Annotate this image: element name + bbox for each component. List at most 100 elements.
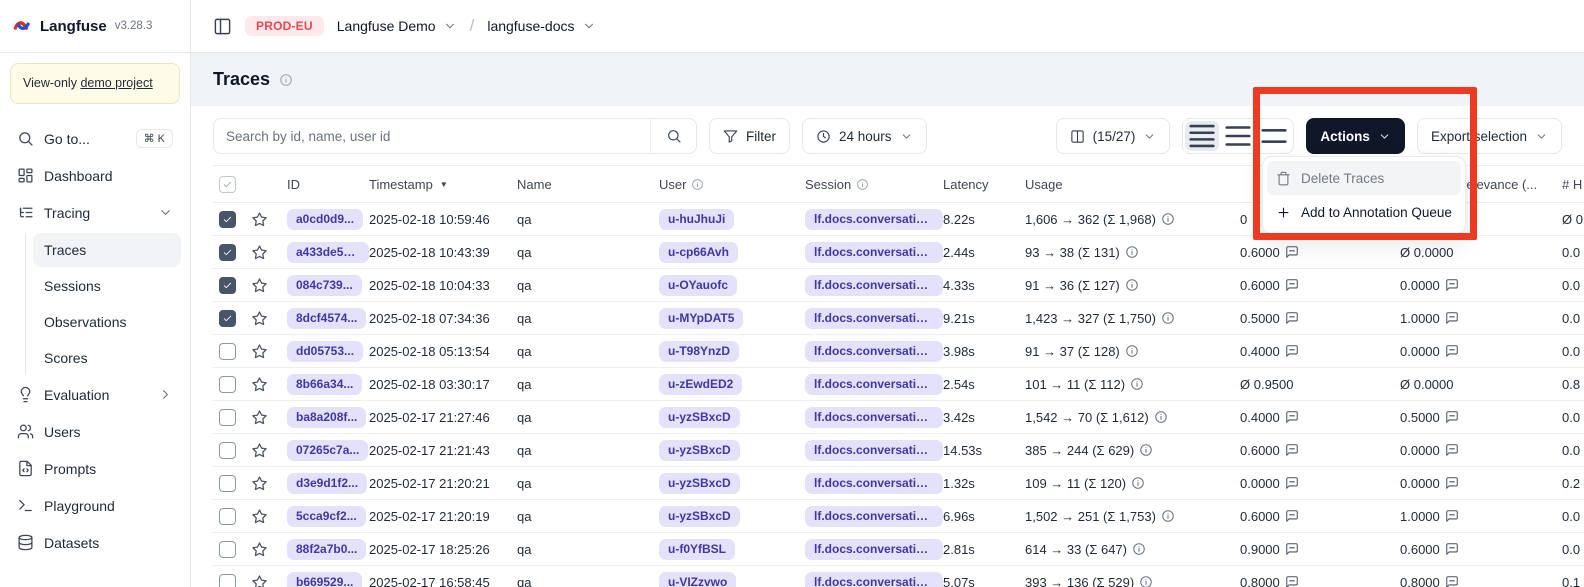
user-id-badge[interactable]: u-MYpDAT5 bbox=[659, 308, 743, 329]
session-id-badge[interactable]: lf.docs.conversation... bbox=[805, 341, 943, 362]
comment-icon[interactable] bbox=[1445, 509, 1459, 523]
sidebar-item-users[interactable]: Users bbox=[9, 415, 181, 449]
menu-item-add-to-annotation-queue[interactable]: Add to Annotation Queue bbox=[1267, 195, 1461, 229]
trace-id-badge[interactable]: d3e9d1f2... bbox=[287, 473, 367, 494]
comment-icon[interactable] bbox=[1285, 278, 1299, 292]
user-id-badge[interactable]: u-VIZzvwo bbox=[659, 572, 736, 587]
info-icon[interactable] bbox=[1125, 344, 1139, 358]
user-id-badge[interactable]: u-T98YnzD bbox=[659, 341, 739, 362]
trace-id-badge[interactable]: 88f2a7b0... bbox=[287, 539, 366, 560]
session-id-badge[interactable]: lf.docs.conversation... bbox=[805, 242, 943, 263]
comment-icon[interactable] bbox=[1285, 476, 1299, 490]
info-icon[interactable] bbox=[691, 178, 704, 191]
comment-icon[interactable] bbox=[1445, 311, 1459, 325]
info-icon[interactable] bbox=[1139, 443, 1153, 457]
comment-icon[interactable] bbox=[1285, 410, 1299, 424]
trace-id-badge[interactable]: 8b66a34... bbox=[287, 374, 362, 395]
comment-icon[interactable] bbox=[1285, 443, 1299, 457]
row-checkbox[interactable] bbox=[219, 277, 236, 294]
info-icon[interactable] bbox=[1131, 476, 1145, 490]
comment-icon[interactable] bbox=[1285, 344, 1299, 358]
info-icon[interactable] bbox=[1161, 509, 1175, 523]
trace-id-badge[interactable]: 084c739... bbox=[287, 275, 362, 296]
user-id-badge[interactable]: u-yzSBxcD bbox=[659, 473, 740, 494]
search-submit-button[interactable] bbox=[650, 119, 696, 153]
trace-id-badge[interactable]: b669529... bbox=[287, 572, 362, 587]
sidebar-item-tracing[interactable]: Tracing bbox=[9, 196, 181, 230]
row-height-small-button[interactable] bbox=[1185, 121, 1219, 151]
comment-icon[interactable] bbox=[1285, 311, 1299, 325]
info-icon[interactable] bbox=[1139, 575, 1153, 587]
trace-id-badge[interactable]: ba8a208f... bbox=[287, 407, 366, 428]
column-header-user[interactable]: User bbox=[659, 177, 805, 192]
column-header-id[interactable]: ID bbox=[287, 177, 369, 192]
sidebar-item-evaluation[interactable]: Evaluation bbox=[9, 378, 181, 412]
sidebar-item-goto[interactable]: Go to... ⌘ K bbox=[9, 122, 181, 156]
row-checkbox[interactable] bbox=[219, 508, 236, 525]
row-checkbox[interactable] bbox=[219, 376, 236, 393]
session-id-badge[interactable]: lf.docs.conversation... bbox=[805, 407, 943, 428]
export-selection-button[interactable]: Export selection bbox=[1417, 118, 1562, 154]
star-icon[interactable] bbox=[251, 574, 268, 587]
sidebar-item-observations[interactable]: Observations bbox=[33, 305, 181, 339]
info-icon[interactable] bbox=[856, 178, 869, 191]
user-id-badge[interactable]: u-cp66Avh bbox=[659, 242, 738, 263]
row-checkbox[interactable] bbox=[219, 244, 236, 261]
trace-id-badge[interactable]: a0cd0d9... bbox=[287, 209, 363, 230]
user-id-badge[interactable]: u-huJhuJi bbox=[659, 209, 734, 230]
comment-icon[interactable] bbox=[1285, 245, 1299, 259]
column-header-session[interactable]: Session bbox=[805, 177, 943, 192]
comment-icon[interactable] bbox=[1445, 344, 1459, 358]
info-icon[interactable] bbox=[1161, 212, 1175, 226]
row-checkbox[interactable] bbox=[219, 343, 236, 360]
session-id-badge[interactable]: lf.docs.conversation... bbox=[805, 275, 943, 296]
row-checkbox[interactable] bbox=[219, 442, 236, 459]
star-icon[interactable] bbox=[251, 541, 268, 558]
comment-icon[interactable] bbox=[1285, 542, 1299, 556]
info-icon[interactable] bbox=[1125, 278, 1139, 292]
star-icon[interactable] bbox=[251, 277, 268, 294]
star-icon[interactable] bbox=[251, 310, 268, 327]
comment-icon[interactable] bbox=[1445, 476, 1459, 490]
trace-id-badge[interactable]: 07265c7a... bbox=[287, 440, 368, 461]
project-breadcrumb[interactable]: langfuse-docs bbox=[487, 18, 595, 34]
sidebar-toggle-icon[interactable] bbox=[213, 17, 232, 36]
column-header-latency[interactable]: Latency bbox=[943, 177, 1025, 192]
session-id-badge[interactable]: lf.docs.conversation... bbox=[805, 473, 943, 494]
star-icon[interactable] bbox=[251, 508, 268, 525]
column-header-timestamp[interactable]: Timestamp▼ bbox=[369, 177, 517, 192]
row-height-large-button[interactable] bbox=[1257, 121, 1291, 151]
comment-icon[interactable] bbox=[1445, 542, 1459, 556]
info-icon[interactable] bbox=[1125, 245, 1139, 259]
star-icon[interactable] bbox=[251, 475, 268, 492]
comment-icon[interactable] bbox=[1445, 575, 1459, 587]
star-icon[interactable] bbox=[251, 442, 268, 459]
comment-icon[interactable] bbox=[1445, 443, 1459, 457]
row-checkbox[interactable] bbox=[219, 211, 236, 228]
row-checkbox[interactable] bbox=[219, 541, 236, 558]
actions-button[interactable]: Actions bbox=[1306, 118, 1405, 154]
user-id-badge[interactable]: u-f0YfBSL bbox=[659, 539, 735, 560]
column-header-name[interactable]: Name bbox=[517, 177, 659, 192]
sidebar-item-scores[interactable]: Scores bbox=[33, 341, 181, 375]
column-header-usage[interactable]: Usage bbox=[1025, 177, 1240, 192]
sort-desc-icon[interactable]: ▼ bbox=[440, 180, 448, 189]
session-id-badge[interactable]: lf.docs.conversation... bbox=[805, 506, 943, 527]
sidebar-item-traces[interactable]: Traces bbox=[33, 233, 181, 267]
info-icon[interactable] bbox=[1130, 377, 1144, 391]
user-id-badge[interactable]: u-OYauofc bbox=[659, 275, 737, 296]
session-id-badge[interactable]: lf.docs.conversation... bbox=[805, 374, 943, 395]
star-icon[interactable] bbox=[251, 211, 268, 228]
filter-button[interactable]: Filter bbox=[709, 118, 790, 154]
trace-id-badge[interactable]: 5cca9cf2... bbox=[287, 506, 366, 527]
menu-item-delete-traces[interactable]: Delete Traces bbox=[1267, 161, 1461, 195]
info-icon[interactable] bbox=[1132, 542, 1146, 556]
select-all-checkbox[interactable] bbox=[219, 176, 236, 193]
star-icon[interactable] bbox=[251, 244, 268, 261]
sidebar-item-datasets[interactable]: Datasets bbox=[9, 526, 181, 560]
sidebar-item-sessions[interactable]: Sessions bbox=[33, 269, 181, 303]
comment-icon[interactable] bbox=[1285, 575, 1299, 587]
sidebar-item-prompts[interactable]: Prompts bbox=[9, 452, 181, 486]
star-icon[interactable] bbox=[251, 376, 268, 393]
trace-id-badge[interactable]: 8dcf4574... bbox=[287, 308, 366, 329]
